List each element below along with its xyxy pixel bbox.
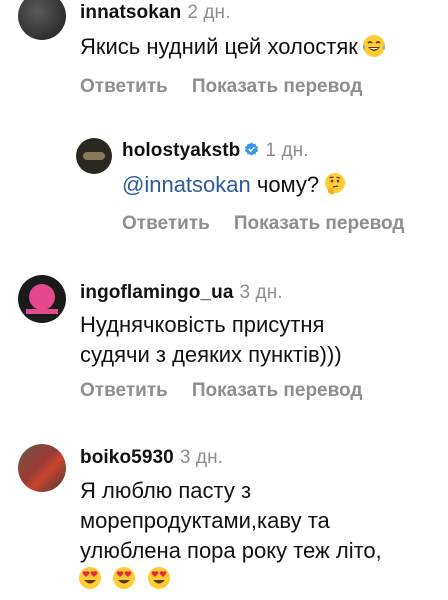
username-row: innatsokan 2 дн. xyxy=(80,2,231,24)
comment-actions: Ответить Показать перевод xyxy=(122,213,404,235)
comment-text: Нуднячковість присутня судячи з деяких п… xyxy=(80,310,342,370)
timestamp: 1 дн. xyxy=(265,140,309,161)
comment-text: @innatsokan чому? xyxy=(122,170,347,200)
heart-eyes-emoji xyxy=(113,567,136,589)
avatar[interactable] xyxy=(76,138,112,174)
avatar[interactable] xyxy=(18,0,66,40)
verified-badge-icon xyxy=(245,142,259,156)
thinking-face-emoji xyxy=(325,173,346,195)
comment-text: Якись нудний цей холостяк xyxy=(80,32,386,62)
avatar[interactable] xyxy=(18,275,66,323)
comment-text: Я люблю пасту з морепродуктами,каву та у… xyxy=(80,476,382,566)
timestamp: 2 дн. xyxy=(187,2,231,23)
comment-line: Нуднячковість присутня xyxy=(80,312,325,337)
emoji-row xyxy=(78,566,177,591)
comment-actions: Ответить Показать перевод xyxy=(80,76,362,98)
username-row: ingoflamingo_ua 3 дн. xyxy=(80,282,283,304)
comment-line: Я люблю пасту з xyxy=(80,478,252,503)
comment-body: Якись нудний цей холостяк xyxy=(80,34,358,59)
username[interactable]: boiko5930 xyxy=(80,447,174,468)
comment-line: судячи з деяких пунктів))) xyxy=(80,342,342,367)
heart-eyes-emoji xyxy=(147,567,170,589)
comment-actions: Ответить Показать перевод xyxy=(80,380,362,402)
translate-button[interactable]: Показать перевод xyxy=(192,380,363,401)
timestamp: 3 дн. xyxy=(239,282,283,303)
mention-link[interactable]: @innatsokan xyxy=(122,172,251,197)
heart-eyes-emoji xyxy=(79,567,101,589)
comment-body: чому? xyxy=(250,172,320,197)
reply-button[interactable]: Ответить xyxy=(80,76,168,97)
translate-button[interactable]: Показать перевод xyxy=(234,213,405,234)
avatar[interactable] xyxy=(18,444,66,492)
username-row: boiko5930 3 дн. xyxy=(80,447,223,469)
reply-button[interactable]: Ответить xyxy=(122,213,210,234)
laughing-tears-emoji xyxy=(362,35,385,57)
translate-button[interactable]: Показать перевод xyxy=(192,76,363,97)
reply-button[interactable]: Ответить xyxy=(80,380,168,401)
comments-thread: innatsokan 2 дн. Якись нудний цей холостя… xyxy=(0,0,448,600)
username-row: holostyakstb 1 дн. xyxy=(122,140,309,162)
comment-line: улюблена пора року теж літо, xyxy=(80,538,382,563)
timestamp: 3 дн. xyxy=(179,447,224,468)
username[interactable]: ingoflamingo_ua xyxy=(80,282,234,303)
comment-line: морепродуктами,каву та xyxy=(80,508,330,533)
username[interactable]: innatsokan xyxy=(80,2,181,23)
username[interactable]: holostyakstb xyxy=(122,140,240,161)
